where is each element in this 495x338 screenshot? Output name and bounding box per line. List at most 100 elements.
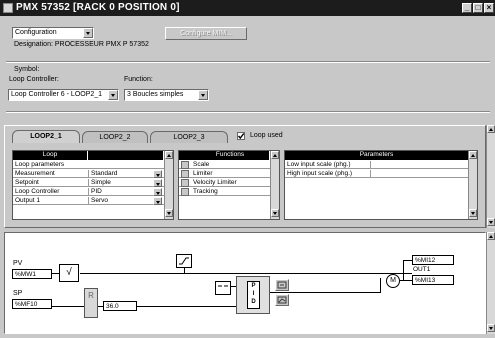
- table-row[interactable]: Limiter: [179, 170, 270, 178]
- scroll-down-icon[interactable]: [487, 324, 495, 332]
- loop-used-checkbox[interactable]: [237, 132, 245, 140]
- parameter-name: High input scale (phg.): [287, 170, 353, 177]
- table-row[interactable]: Tracking: [179, 188, 270, 196]
- function-checkbox[interactable]: [181, 170, 189, 178]
- parameter-value[interactable]: [370, 170, 467, 178]
- sp-label: SP: [13, 290, 23, 297]
- panel-scrollbar[interactable]: [486, 125, 495, 228]
- velocity-block[interactable]: [215, 281, 231, 295]
- velocity-icon: [218, 285, 228, 287]
- loop-table-scrollbar[interactable]: [164, 151, 173, 219]
- mode-select[interactable]: Configuration: [12, 27, 94, 39]
- output-variable-bottom[interactable]: %MI13: [412, 275, 454, 285]
- parameter-value[interactable]: [370, 161, 467, 169]
- function-select[interactable]: 3 Boucles simples: [124, 89, 209, 101]
- loop-param-name: Measurement: [15, 170, 55, 177]
- pid-label: P I D: [247, 281, 260, 309]
- scroll-down-icon[interactable]: [165, 209, 173, 217]
- loop-param-name: Setpoint: [15, 179, 39, 186]
- functions-table-scrollbar[interactable]: [270, 151, 279, 219]
- wire: [403, 260, 404, 281]
- sqrt-block[interactable]: √: [59, 264, 79, 282]
- table-row[interactable]: Loop parameters: [13, 161, 164, 169]
- chevron-down-icon[interactable]: [108, 90, 118, 100]
- parameter-name: Low input scale (phg.): [287, 161, 351, 168]
- pv-label: PV: [13, 260, 23, 267]
- loop-controller-value: Loop Controller 6 - LOOP2_1: [11, 91, 103, 98]
- title-bar: PMX 57352 [RACK 0 POSITION 0] _ □ ×: [0, 0, 495, 16]
- function-value: 3 Boucles simples: [127, 91, 184, 98]
- tab-loop2-3[interactable]: LOOP2_3: [150, 131, 228, 143]
- mode-select-value: Configuration: [15, 29, 57, 36]
- divider: [6, 111, 490, 113]
- table-row[interactable]: Output 1 Servo: [13, 197, 164, 205]
- pv-variable[interactable]: %MW1: [12, 269, 52, 279]
- limiter-block[interactable]: [176, 254, 192, 268]
- table-row[interactable]: Scale: [179, 161, 270, 169]
- window-title: PMX 57352 [RACK 0 POSITION 0]: [16, 2, 180, 13]
- table-row[interactable]: Loop Controller PID: [13, 188, 164, 196]
- table-row[interactable]: Low input scale (phg.): [285, 161, 468, 169]
- chevron-down-icon[interactable]: [198, 90, 208, 100]
- chevron-down-icon[interactable]: [153, 197, 162, 205]
- loop-table: Loop Loop parameters Measurement Standar…: [12, 150, 174, 220]
- function-checkbox[interactable]: [181, 188, 189, 196]
- tab-loop2-2[interactable]: LOOP2_2: [82, 131, 148, 143]
- scroll-up-icon[interactable]: [271, 151, 279, 159]
- loop-controller-label: Loop Controller:: [9, 76, 59, 83]
- parameters-table-header: Parameters: [285, 151, 468, 160]
- function-checkbox[interactable]: [181, 161, 189, 169]
- ramp-block[interactable]: R: [84, 288, 98, 318]
- function-name: Limiter: [193, 170, 213, 177]
- ramp-label: R: [88, 291, 94, 300]
- table-row[interactable]: Setpoint Simple: [13, 179, 164, 187]
- check-icon: [237, 133, 245, 140]
- loop-param-value[interactable]: Simple: [88, 179, 152, 187]
- loop-param-value[interactable]: PID: [88, 188, 152, 196]
- output-label: OUT1: [413, 266, 431, 273]
- output-variable-top[interactable]: %MI12: [412, 255, 454, 265]
- trend-button[interactable]: [275, 294, 289, 306]
- scroll-down-icon[interactable]: [271, 209, 279, 217]
- scroll-up-icon[interactable]: [165, 151, 173, 159]
- tuning-button[interactable]: [275, 279, 289, 291]
- scroll-down-icon[interactable]: [469, 209, 477, 217]
- parameters-table-scrollbar[interactable]: [468, 151, 477, 219]
- output-selector[interactable]: M: [386, 274, 400, 288]
- tab-loop2-1[interactable]: LOOP2_1: [12, 130, 80, 143]
- loop-param-value[interactable]: Servo: [88, 197, 152, 205]
- function-label: Function:: [124, 76, 153, 83]
- loop-param-name: Output 1: [15, 197, 40, 204]
- configure-mim-button[interactable]: Configure MIM...: [165, 27, 247, 40]
- loop-controller-select[interactable]: Loop Controller 6 - LOOP2_1: [8, 89, 119, 101]
- scroll-up-icon[interactable]: [487, 125, 495, 133]
- symbol-label: Symbol:: [14, 66, 40, 73]
- setpoint-constant[interactable]: 36.0: [103, 301, 137, 311]
- minimize-button[interactable]: _: [462, 3, 472, 13]
- wire: [400, 280, 412, 281]
- maximize-button[interactable]: □: [473, 3, 483, 13]
- chevron-down-icon[interactable]: [83, 28, 93, 38]
- table-row[interactable]: Measurement Standard: [13, 170, 164, 178]
- loop-table-header: Loop: [13, 151, 87, 160]
- scroll-up-icon[interactable]: [487, 232, 495, 240]
- close-button[interactable]: ×: [484, 3, 494, 13]
- chevron-down-icon[interactable]: [153, 188, 162, 196]
- chevron-down-icon[interactable]: [153, 179, 162, 187]
- sp-variable[interactable]: %MF10: [12, 299, 52, 309]
- divider: [6, 61, 490, 63]
- loop-param-value[interactable]: Standard: [88, 170, 152, 178]
- loop-table-header-blank: [88, 151, 163, 160]
- table-row[interactable]: High input scale (phg.): [285, 170, 468, 178]
- scroll-up-icon[interactable]: [469, 151, 477, 159]
- function-name: Scale: [193, 161, 210, 168]
- tuning-icon: [277, 281, 287, 289]
- function-checkbox[interactable]: [181, 179, 189, 187]
- diagram-scrollbar[interactable]: [486, 232, 495, 334]
- table-row[interactable]: Velocity Limiter: [179, 179, 270, 187]
- wire: [403, 260, 412, 261]
- wire: [270, 292, 380, 293]
- scroll-down-icon[interactable]: [487, 218, 495, 226]
- chevron-down-icon[interactable]: [153, 170, 162, 178]
- pid-block[interactable]: P I D: [236, 276, 270, 314]
